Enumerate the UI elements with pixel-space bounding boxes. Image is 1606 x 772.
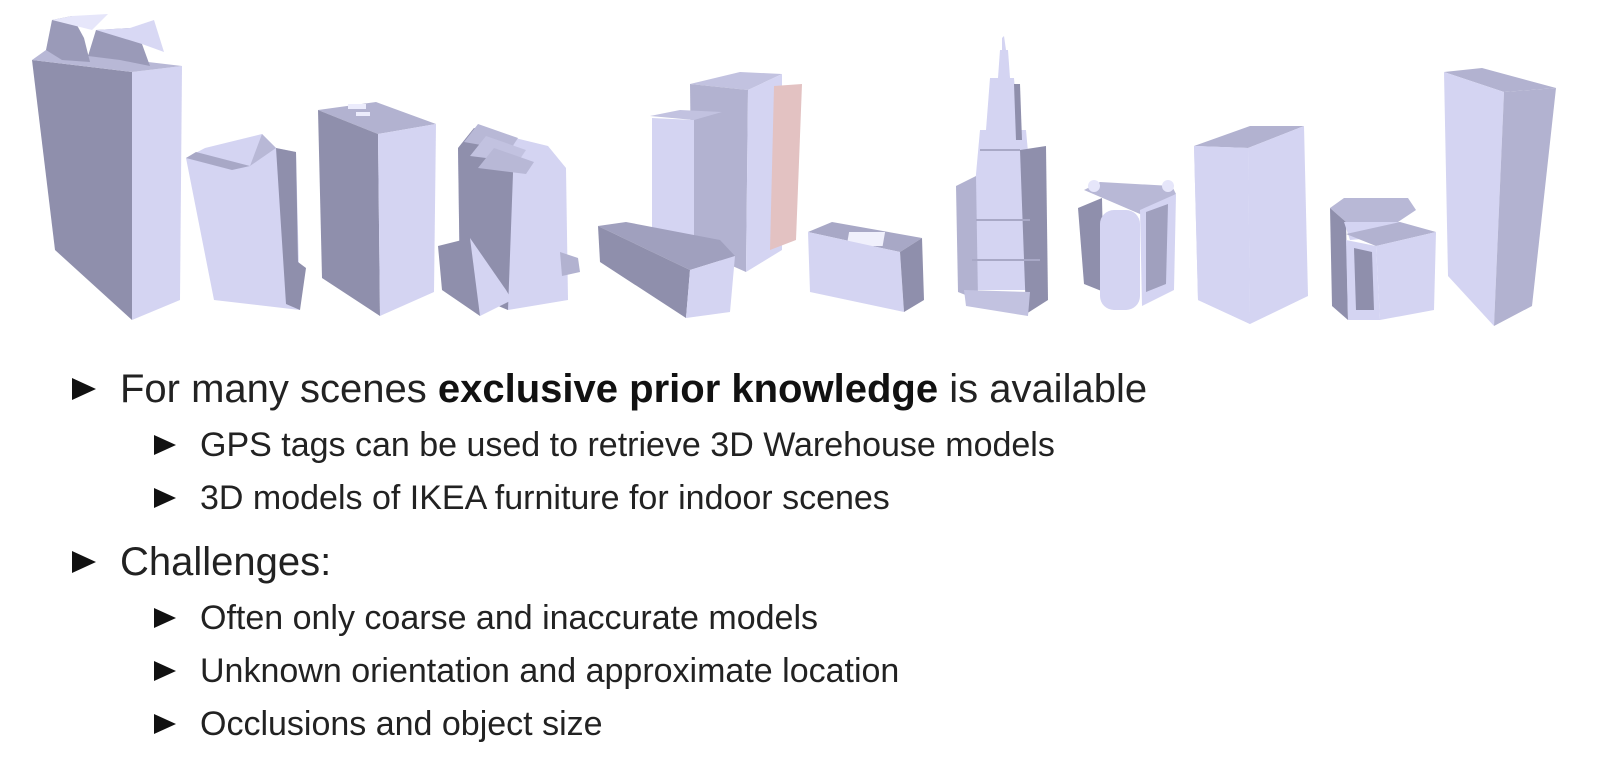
triangle-bullet-icon bbox=[154, 661, 176, 681]
building-model-1 bbox=[32, 14, 182, 320]
bullet-text: is available bbox=[938, 367, 1148, 411]
bullet-bold-text: exclusive prior knowledge bbox=[437, 367, 939, 411]
sub-bullet-gps: GPS tags can be used to retrieve 3D Ware… bbox=[72, 422, 1572, 468]
sub-bullet-text: 3D models of IKEA furniture for indoor s… bbox=[200, 479, 890, 517]
triangle-bullet-icon bbox=[154, 488, 176, 508]
sub-bullet-orientation: Unknown orientation and approximate loca… bbox=[72, 648, 1572, 694]
bullet-list: For many scenes exclusive prior knowledg… bbox=[72, 362, 1572, 754]
sub-bullet-occlusions: Occlusions and object size bbox=[72, 701, 1572, 747]
building-model-11 bbox=[1444, 68, 1556, 326]
bullet-text: For many scenes bbox=[120, 367, 438, 411]
triangle-bullet-icon bbox=[154, 714, 176, 734]
sub-bullet-ikea: 3D models of IKEA furniture for indoor s… bbox=[72, 475, 1572, 521]
sub-bullet-text: Often only coarse and inaccurate models bbox=[200, 599, 819, 637]
building-model-3 bbox=[318, 102, 436, 316]
bullet-text: Challenges: bbox=[120, 540, 332, 584]
building-model-6 bbox=[808, 222, 924, 312]
sub-bullet-coarse-models: Often only coarse and inaccurate models bbox=[72, 595, 1572, 641]
building-model-7 bbox=[956, 36, 1048, 316]
sub-bullet-text: Occlusions and object size bbox=[200, 705, 603, 743]
building-model-5 bbox=[598, 72, 802, 318]
triangle-bullet-icon bbox=[154, 435, 176, 455]
building-model-8 bbox=[1078, 180, 1176, 310]
triangle-bullet-icon bbox=[154, 608, 176, 628]
building-model-10 bbox=[1330, 198, 1436, 320]
bullet-prior-knowledge: For many scenes exclusive prior knowledg… bbox=[72, 362, 1572, 416]
building-models-strip bbox=[32, 14, 1556, 326]
triangle-bullet-icon bbox=[72, 551, 96, 573]
building-model-4 bbox=[438, 124, 580, 316]
building-model-2 bbox=[186, 134, 306, 310]
sub-bullet-text: Unknown orientation and approximate loca… bbox=[200, 652, 900, 690]
bullet-challenges: Challenges: bbox=[72, 535, 1572, 589]
triangle-bullet-icon bbox=[72, 378, 96, 400]
sub-bullet-text: GPS tags can be used to retrieve 3D Ware… bbox=[200, 426, 1055, 464]
building-model-9 bbox=[1194, 126, 1308, 324]
